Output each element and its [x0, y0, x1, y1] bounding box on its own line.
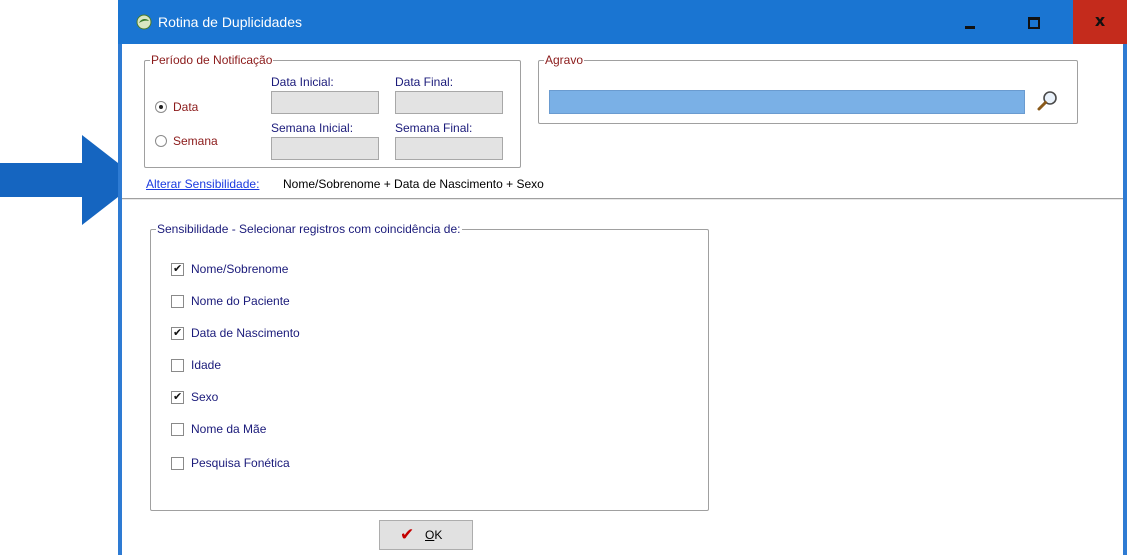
- checkmark-icon: ✔: [173, 390, 183, 403]
- checkbox-label[interactable]: Nome/Sobrenome: [191, 262, 288, 276]
- minimize-button[interactable]: [946, 0, 994, 44]
- checkmark-icon: ✔: [173, 326, 183, 339]
- close-button[interactable]: x: [1073, 0, 1127, 44]
- alterar-sensibilidade-link[interactable]: Alterar Sensibilidade:: [146, 177, 259, 191]
- checkbox-box[interactable]: [171, 457, 184, 470]
- ok-button[interactable]: ✔ OK: [379, 520, 473, 550]
- agravo-group-title: Agravo: [544, 53, 585, 67]
- periodo-group-title: Período de Notificação: [150, 53, 274, 67]
- checkbox-label[interactable]: Pesquisa Fonética: [191, 456, 290, 470]
- checkbox-label[interactable]: Data de Nascimento: [191, 326, 300, 340]
- panel-divider: [122, 199, 1123, 200]
- checkbox-box[interactable]: [171, 359, 184, 372]
- agravo-input[interactable]: [549, 90, 1025, 114]
- semana-inicial-label: Semana Inicial:: [271, 121, 354, 135]
- periodo-notificacao-group: Período de Notificação Data Semana Data …: [144, 53, 521, 168]
- checkbox-box[interactable]: ✔: [171, 326, 184, 340]
- maximize-icon: [1028, 17, 1040, 29]
- search-icon[interactable]: [1035, 88, 1061, 114]
- ok-button-label: OK: [425, 528, 443, 542]
- close-icon: x: [1094, 11, 1106, 30]
- checkmark-icon: ✔: [400, 525, 415, 545]
- window-title: Rotina de Duplicidades: [158, 14, 302, 30]
- data-final-field[interactable]: [395, 91, 503, 114]
- title-bar[interactable]: Rotina de Duplicidades x: [118, 0, 1127, 44]
- semana-final-label: Semana Final:: [395, 121, 473, 135]
- checkmark-icon: ✔: [173, 262, 183, 275]
- data-final-label: Data Final:: [395, 75, 454, 89]
- filter-panel: Período de Notificação Data Semana Data …: [122, 44, 1123, 199]
- checkbox-box[interactable]: ✔: [171, 390, 184, 404]
- checkbox-box[interactable]: ✔: [171, 262, 184, 276]
- checkbox-label[interactable]: Sexo: [191, 390, 218, 404]
- radio-data-label[interactable]: Data: [173, 100, 198, 114]
- data-inicial-label: Data Inicial:: [271, 75, 334, 89]
- minimize-icon: [965, 26, 975, 29]
- checkbox-label[interactable]: Nome do Paciente: [191, 294, 290, 308]
- radio-data-indicator[interactable]: [155, 101, 167, 113]
- sensibilidade-group-title: Sensibilidade - Selecionar registros com…: [156, 222, 462, 236]
- radio-semana-indicator[interactable]: [155, 135, 167, 147]
- radio-semana-label[interactable]: Semana: [173, 134, 218, 148]
- checkbox-box[interactable]: [171, 295, 184, 308]
- data-inicial-field[interactable]: [271, 91, 379, 114]
- checkbox-box[interactable]: [171, 423, 184, 436]
- semana-inicial-field[interactable]: [271, 137, 379, 160]
- window-client-area: Período de Notificação Data Semana Data …: [122, 44, 1123, 555]
- checkbox-label[interactable]: Nome da Mãe: [191, 422, 266, 436]
- maximize-button[interactable]: [1009, 0, 1057, 44]
- sensibilidade-group: Sensibilidade - Selecionar registros com…: [150, 222, 709, 511]
- window: Rotina de Duplicidades x Período de Noti…: [118, 0, 1127, 555]
- semana-final-field[interactable]: [395, 137, 503, 160]
- sensibilidade-current-value: Nome/Sobrenome + Data de Nascimento + Se…: [283, 177, 544, 191]
- checkbox-label[interactable]: Idade: [191, 358, 221, 372]
- agravo-group: Agravo: [538, 53, 1078, 124]
- app-icon: [136, 14, 152, 30]
